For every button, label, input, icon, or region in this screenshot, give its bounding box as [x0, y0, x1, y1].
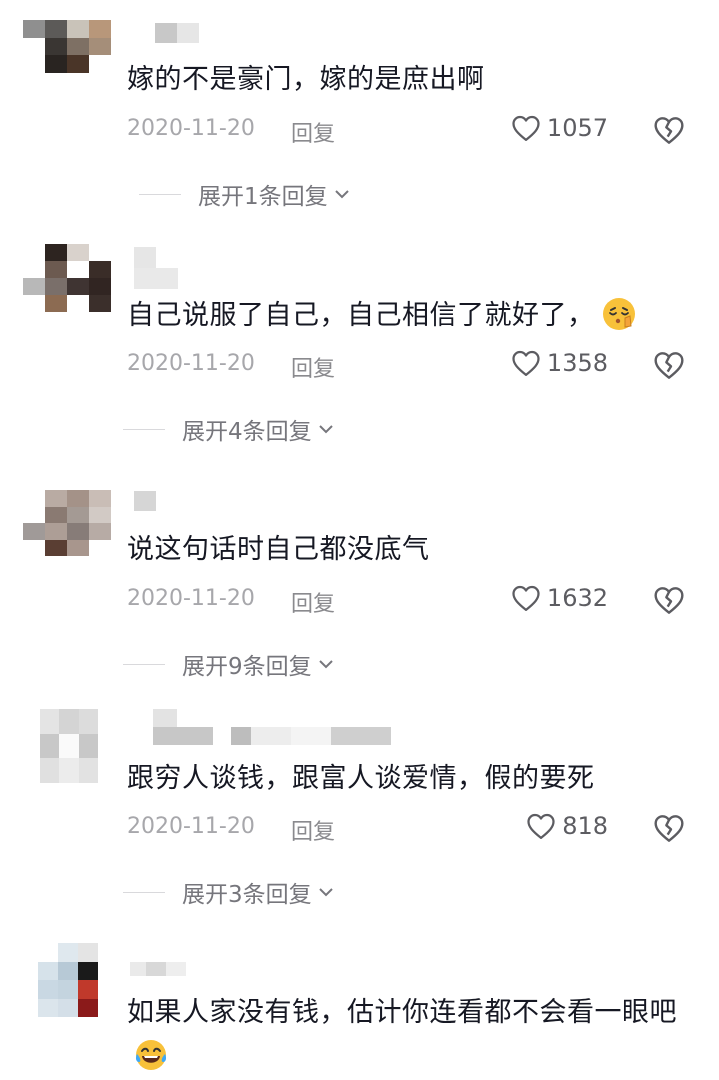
- broken-heart-icon[interactable]: [653, 114, 685, 146]
- like-button[interactable]: 1057: [511, 114, 608, 142]
- expand-replies-label: 展开9条回复: [182, 654, 312, 680]
- comment-date: 2020-11-20: [127, 116, 255, 141]
- chevron-down-icon: [318, 660, 333, 669]
- avatar[interactable]: [23, 490, 111, 556]
- broken-heart-icon[interactable]: [653, 812, 685, 844]
- reply-button[interactable]: 回复: [291, 116, 335, 148]
- avatar[interactable]: [38, 943, 98, 1017]
- like-count: 1358: [546, 349, 608, 377]
- expand-replies-label: 展开3条回复: [182, 882, 312, 908]
- divider: [139, 193, 181, 195]
- avatar[interactable]: [23, 20, 111, 90]
- comment-list: 嫁的不是豪门，嫁的是庶出啊 2020-11-20 回复 1057 展开1条回复 …: [0, 0, 719, 1080]
- comment-text: 跟穷人谈钱，跟富人谈爱情，假的要死: [127, 763, 595, 794]
- comment-text: 如果人家没有钱，估计你连看都不会看一眼吧: [127, 991, 679, 1079]
- expand-replies-label: 展开4条回复: [182, 419, 312, 445]
- expand-replies-button[interactable]: 展开1条回复: [139, 177, 352, 211]
- avatar[interactable]: [23, 244, 111, 312]
- username-blurred[interactable]: [134, 247, 178, 289]
- like-count: 1632: [546, 584, 608, 612]
- chevron-down-icon: [318, 425, 333, 434]
- heart-outline-icon: [512, 585, 540, 611]
- username-blurred[interactable]: [130, 958, 186, 980]
- tears-of-joy-emoji: [135, 1040, 167, 1070]
- expand-replies-button[interactable]: 展开3条回复: [123, 875, 336, 909]
- comment-text-content: 自己说服了自己，自己相信了就好了，: [127, 300, 595, 331]
- like-button[interactable]: 1632: [511, 584, 608, 612]
- comment-text: 嫁的不是豪门，嫁的是庶出啊: [127, 64, 485, 95]
- username-blurred[interactable]: [134, 490, 156, 512]
- reply-button[interactable]: 回复: [291, 814, 335, 846]
- broken-heart-icon[interactable]: [653, 349, 685, 381]
- comment-text: 自己说服了自己，自己相信了就好了，: [127, 294, 699, 338]
- reply-button[interactable]: 回复: [291, 351, 335, 383]
- like-button[interactable]: 1358: [511, 349, 608, 377]
- like-count: 1057: [546, 114, 608, 142]
- username-blurred[interactable]: [155, 22, 199, 44]
- chevron-down-icon: [334, 190, 349, 199]
- fingers-crossed-emoji: [602, 298, 635, 330]
- chevron-down-icon: [318, 888, 333, 897]
- divider: [123, 428, 165, 430]
- expand-replies-button[interactable]: 展开9条回复: [123, 647, 336, 681]
- heart-outline-icon: [512, 350, 540, 376]
- avatar[interactable]: [40, 709, 98, 783]
- like-button[interactable]: 818: [526, 812, 608, 840]
- heart-outline-icon: [527, 813, 555, 839]
- comment-text: 说这句话时自己都没底气: [127, 534, 430, 565]
- divider: [123, 663, 165, 665]
- comment-date: 2020-11-20: [127, 586, 255, 611]
- comment-date: 2020-11-20: [127, 814, 255, 839]
- comment-text-content: 如果人家没有钱，估计你连看都不会看一眼吧: [127, 997, 677, 1028]
- broken-heart-icon[interactable]: [653, 584, 685, 616]
- heart-outline-icon: [512, 115, 540, 141]
- expand-replies-label: 展开1条回复: [198, 184, 328, 210]
- username-blurred[interactable]: [153, 709, 391, 749]
- comment-date: 2020-11-20: [127, 351, 255, 376]
- expand-replies-button[interactable]: 展开4条回复: [123, 412, 336, 446]
- divider: [123, 891, 165, 893]
- like-count: 818: [562, 812, 608, 840]
- reply-button[interactable]: 回复: [291, 586, 335, 618]
